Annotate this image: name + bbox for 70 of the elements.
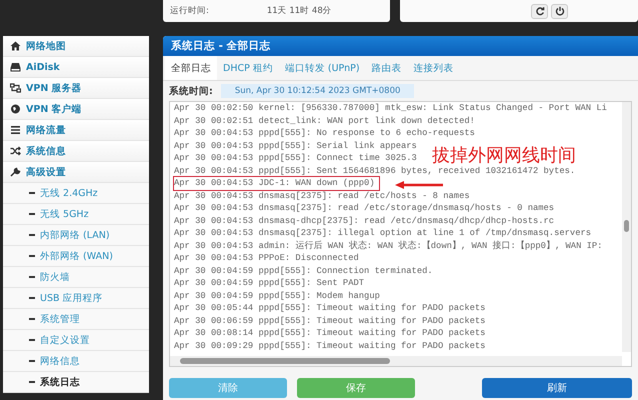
- log-line: Apr 30 00:04:53 dnsmasq-dhcp[2375]: read /etc/dnsmasq/dhcp/dhcp-hosts.rc: [174, 214, 554, 227]
- sidebar-subitem[interactable]: 无线 5GHz: [3, 204, 149, 225]
- dash-icon: [29, 213, 35, 215]
- log-line: Apr 30 00:04:53 admin: 运行后 WAN 状态: WAN 状态:【down】, WAN 接口:【ppp0】, WAN IP:: [174, 240, 602, 252]
- sidebar-subitem[interactable]: 系统管理: [3, 309, 149, 330]
- sidebar-subitem[interactable]: USB 应用程序: [3, 288, 149, 309]
- drive-icon: [10, 62, 21, 72]
- log-line: Apr 30 00:04:59 pppd[555]: Modem hangup: [174, 290, 380, 302]
- dash-icon: [29, 276, 35, 278]
- vertical-scrollbar[interactable]: [622, 102, 631, 352]
- log-line: Apr 30 00:04:59 pppd[555]: Sent PADT: [174, 277, 364, 290]
- log-line: Apr 30 00:04:53 dnsmasq[2375]: read /etc/hosts - 8 names: [174, 190, 470, 202]
- log-line: Apr 30 00:02:50 kernel: [956330.787000] mtk_esw: Link Status Changed - Port WAN Li: [174, 102, 607, 114]
- refresh-icon: [534, 6, 544, 16]
- dash-icon: [29, 192, 35, 194]
- power-icon: [554, 6, 564, 16]
- refresh-button[interactable]: [531, 4, 548, 18]
- log-line: Apr 30 00:04:53 JDC-1: WAN down (ppp0): [174, 177, 379, 190]
- network-icon: [10, 83, 21, 93]
- log-line: Apr 30 00:04:53 PPPoE: Disconnected: [174, 252, 359, 264]
- system-time-value: Sun, Apr 30 10:12:54 2023 GMT+0800: [220, 84, 414, 98]
- uptime-label: 运行时间:: [170, 5, 209, 17]
- power-button[interactable]: [551, 4, 568, 18]
- log-line: Apr 30 00:04:53 pppd[555]: No response to 6 echo-requests: [174, 127, 475, 140]
- sidebar-subitem[interactable]: 外部网络 (WAN): [3, 246, 149, 267]
- sidebar-subitem[interactable]: 内部网络 (LAN): [3, 225, 149, 246]
- dash-icon: [29, 318, 35, 320]
- log-line: Apr 30 00:04:59 pppd[555]: Connection terminated.: [174, 264, 433, 277]
- action-button[interactable]: 清除: [169, 378, 287, 398]
- log-line: Apr 30 00:04:53 dnsmasq[2375]: read /etc/storage/dnsmasq/hosts - 0 names: [174, 202, 554, 214]
- log-line: Apr 30 00:02:51 detect_link: WAN port link down detected!: [174, 114, 475, 127]
- sidebar-subitem[interactable]: 防火墙: [3, 267, 149, 288]
- dash-icon: [29, 381, 35, 383]
- log-line: Apr 30 00:04:53 pppd[555]: Sent 1564681896 bytes, received 1032161472 bytes.: [174, 164, 576, 177]
- annotation-arrow: [394, 180, 444, 190]
- wrench-icon: [10, 167, 21, 177]
- log-line: Apr 30 00:04:53 pppd[555]: Serial link appears: [174, 140, 417, 152]
- log-line: Apr 30 00:06:59 pppd[555]: Timeout waiting for PADO packets: [174, 314, 486, 327]
- shuffle-icon: [10, 146, 21, 156]
- panel-header: 系统日志 - 全部日志: [163, 36, 638, 56]
- dash-icon: [29, 297, 35, 299]
- sidebar-subitem[interactable]: 自定义设置: [3, 330, 149, 351]
- annotation-text: 拔掉外网网线时间: [432, 145, 576, 167]
- tab[interactable]: DHCP 租约: [217, 56, 279, 80]
- tab[interactable]: 全部日志: [165, 56, 217, 80]
- dash-icon: [29, 360, 35, 362]
- log-line: Apr 30 00:09:29 pppd[555]: Timeout waiting for PADO packets: [174, 340, 486, 352]
- tab[interactable]: 端口转发 (UPnP): [278, 56, 366, 80]
- dash-icon: [29, 339, 35, 341]
- globe-icon: [10, 104, 21, 114]
- uptime-value: 11天 11时 48分: [266, 5, 332, 17]
- sidebar-subitem[interactable]: 网络信息: [3, 351, 149, 372]
- log-line: Apr 30 00:04:53 pppd[555]: Connect time 3025.3: [174, 152, 417, 164]
- log-line: Apr 30 00:05:44 pppd[555]: Timeout waiting for PADO packets: [174, 302, 486, 314]
- action-button[interactable]: 保存: [297, 378, 415, 398]
- dash-icon: [29, 255, 35, 257]
- sidebar-subitem[interactable]: 无线 2.4GHz: [3, 183, 149, 204]
- system-time-label: 系统时间:: [169, 84, 213, 98]
- horizontal-scrollbar[interactable]: [170, 356, 622, 366]
- action-button[interactable]: 刷新: [482, 378, 632, 398]
- tab[interactable]: 路由表: [366, 56, 408, 80]
- dash-icon: [29, 234, 35, 236]
- sidebar-subitem[interactable]: 系统日志: [3, 372, 149, 393]
- log-line: Apr 30 00:04:53 dnsmasq[2375]: illegal option at line 1 of /tmp/dnsmasq.servers: [174, 227, 592, 240]
- log-line: Apr 30 00:08:14 pppd[555]: Timeout waiting for PADO packets: [174, 327, 486, 340]
- home-icon: [10, 41, 21, 51]
- sidebar-item[interactable]: 网络地图: [3, 36, 149, 57]
- log-textarea[interactable]: [169, 101, 632, 367]
- tab[interactable]: 连接列表: [408, 56, 460, 80]
- list-icon: [10, 125, 21, 135]
